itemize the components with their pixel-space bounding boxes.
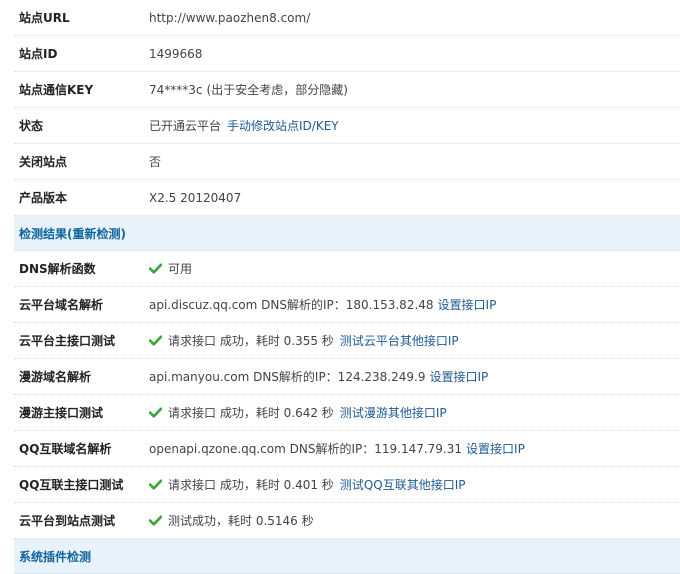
dns-function-label: DNS解析函数	[19, 262, 96, 276]
product-version-row: 产品版本 X2.5 20120407	[14, 180, 680, 216]
qq-domain-value: openapi.qzone.qq.com DNS解析的IP：119.147.79…	[149, 442, 463, 456]
cloud-domain-value: api.discuz.qq.com DNS解析的IP：180.153.82.48	[149, 298, 434, 312]
manyou-domain-label: 漫游域名解析	[19, 370, 92, 384]
status-row: 状态 已开通云平台 手动修改站点ID/KEY	[14, 108, 680, 144]
check-icon	[149, 515, 162, 526]
cloud-set-ip-link[interactable]: 设置接口IP	[438, 296, 497, 313]
status-label: 状态	[19, 119, 44, 133]
dns-function-value-group: 可用	[149, 260, 192, 277]
cloud-domain-row: 云平台域名解析 api.discuz.qq.com DNS解析的IP：180.1…	[14, 287, 680, 323]
site-key-value-group: 74****3c (出于安全考虑，部分隐藏)	[149, 81, 348, 98]
site-key-label: 站点通信KEY	[19, 83, 94, 97]
product-version-label: 产品版本	[19, 191, 68, 205]
plugin-header-title: 系统插件检测	[19, 549, 92, 564]
cloud-api-label: 云平台主接口测试	[19, 334, 116, 348]
qq-domain-value-group: openapi.qzone.qq.com DNS解析的IP：119.147.79…	[149, 440, 525, 457]
qq-api-row: QQ互联主接口测试 请求接口 成功，耗时 0.401 秒 测试QQ互联其他接口I…	[14, 467, 680, 503]
status-value: 已开通云平台	[149, 119, 222, 133]
cloud-other-api-link[interactable]: 测试云平台其他接口IP	[340, 332, 459, 349]
site-id-row: 站点ID 1499668	[14, 36, 680, 72]
cloud-to-site-label: 云平台到站点测试	[19, 514, 116, 528]
site-url-row: 站点URL http://www.paozhen8.com/	[14, 0, 680, 36]
site-id-label: 站点ID	[19, 47, 58, 61]
product-version-value: X2.5 20120407	[149, 190, 242, 205]
check-icon	[149, 263, 162, 274]
status-value-group: 已开通云平台 手动修改站点ID/KEY	[149, 117, 339, 134]
qq-domain-label: QQ互联域名解析	[19, 442, 112, 456]
site-key-note: (出于安全考虑，部分隐藏)	[206, 83, 348, 97]
site-url-value: http://www.paozhen8.com/	[149, 10, 311, 25]
manyou-api-row: 漫游主接口测试 请求接口 成功，耗时 0.642 秒 测试漫游其他接口IP	[14, 395, 680, 431]
edit-site-id-key-link[interactable]: 手动修改站点ID/KEY	[227, 117, 339, 134]
dns-function-value: 可用	[168, 262, 193, 276]
qq-domain-row: QQ互联域名解析 openapi.qzone.qq.com DNS解析的IP：1…	[14, 431, 680, 467]
manyou-api-label: 漫游主接口测试	[19, 406, 104, 420]
manyou-api-value: 请求接口 成功，耗时 0.642 秒	[168, 406, 334, 420]
results-header-title[interactable]: 检测结果(重新检测)	[19, 225, 126, 242]
qq-api-value: 请求接口 成功，耗时 0.401 秒	[168, 478, 334, 492]
qq-api-value-group: 请求接口 成功，耗时 0.401 秒 测试QQ互联其他接口IP	[149, 476, 465, 493]
site-closed-row: 关闭站点 否	[14, 144, 680, 180]
manyou-domain-row: 漫游域名解析 api.manyou.com DNS解析的IP：124.238.2…	[14, 359, 680, 395]
cloud-api-value-group: 请求接口 成功，耗时 0.355 秒 测试云平台其他接口IP	[149, 332, 459, 349]
site-key-row: 站点通信KEY 74****3c (出于安全考虑，部分隐藏)	[14, 72, 680, 108]
site-url-label: 站点URL	[19, 11, 70, 25]
cloud-to-site-value-group: 测试成功，耗时 0.5146 秒	[149, 512, 314, 529]
qq-api-label: QQ互联主接口测试	[19, 478, 124, 492]
manyou-domain-value-group: api.manyou.com DNS解析的IP：124.238.249.9 设置…	[149, 368, 488, 385]
qq-set-ip-link[interactable]: 设置接口IP	[466, 440, 525, 457]
plugin-section-header: 系统插件检测	[14, 539, 680, 574]
results-section-header: 检测结果(重新检测)	[14, 216, 680, 251]
cloud-api-row: 云平台主接口测试 请求接口 成功，耗时 0.355 秒 测试云平台其他接口IP	[14, 323, 680, 359]
cloud-diagnostics-panel: 站点URL http://www.paozhen8.com/ 站点ID 1499…	[14, 0, 680, 574]
manyou-other-api-link[interactable]: 测试漫游其他接口IP	[340, 404, 447, 421]
manyou-api-value-group: 请求接口 成功，耗时 0.642 秒 测试漫游其他接口IP	[149, 404, 447, 421]
site-key-value: 74****3c	[149, 82, 203, 97]
check-icon	[149, 479, 162, 490]
site-id-value: 1499668	[149, 46, 203, 61]
manyou-domain-value: api.manyou.com DNS解析的IP：124.238.249.9	[149, 370, 426, 384]
manyou-set-ip-link[interactable]: 设置接口IP	[429, 368, 488, 385]
cloud-domain-value-group: api.discuz.qq.com DNS解析的IP：180.153.82.48…	[149, 296, 496, 313]
cloud-to-site-row: 云平台到站点测试 测试成功，耗时 0.5146 秒	[14, 503, 680, 539]
dns-function-row: DNS解析函数 可用	[14, 251, 680, 287]
cloud-domain-label: 云平台域名解析	[19, 298, 104, 312]
check-icon	[149, 407, 162, 418]
site-closed-value: 否	[149, 155, 162, 169]
qq-other-api-link[interactable]: 测试QQ互联其他接口IP	[340, 476, 466, 493]
site-closed-label: 关闭站点	[19, 155, 68, 169]
cloud-to-site-value: 测试成功，耗时 0.5146 秒	[168, 514, 314, 528]
cloud-api-value: 请求接口 成功，耗时 0.355 秒	[168, 334, 334, 348]
check-icon	[149, 335, 162, 346]
